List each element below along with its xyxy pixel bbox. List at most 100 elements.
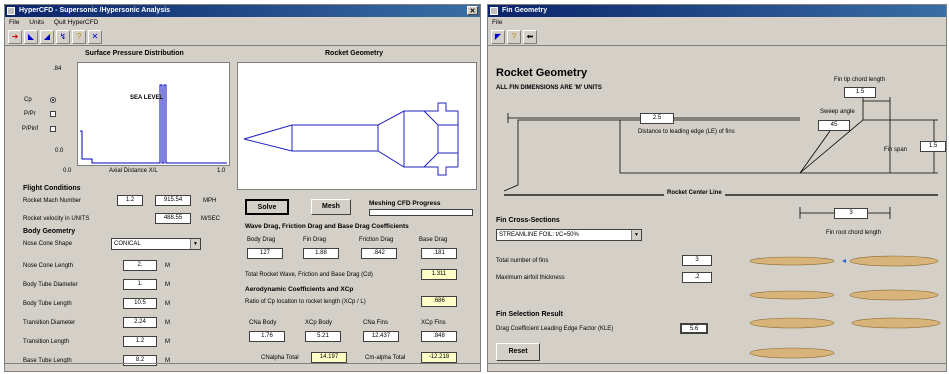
menu-file[interactable]: File <box>492 19 502 26</box>
drag-header: Base Drag <box>419 237 448 243</box>
mach-input[interactable]: 1.2 <box>117 195 143 206</box>
fin-icon[interactable]: ◤ <box>491 30 505 44</box>
drag-title: Wave Drag, Friction Drag and Base Drag C… <box>245 223 409 230</box>
rocket-geometry-view <box>237 62 477 190</box>
y-top-label: .84 <box>53 66 62 72</box>
transition-length-input[interactable]: 1.2 <box>123 336 157 347</box>
menu-file[interactable]: File <box>9 19 19 26</box>
cna-total-label: CNalpha Total <box>261 355 299 361</box>
toolbar: ◤ ? ⬅ <box>488 28 946 46</box>
unit-label: M <box>165 263 170 269</box>
help-icon[interactable]: ? <box>507 30 521 44</box>
xcp-ratio-label: Ratio of Cp location to rocket length (X… <box>245 299 366 305</box>
body-row-label: Transition Length <box>23 339 70 345</box>
aero-header: XCp Body <box>305 320 333 326</box>
sweep-label: Sweep angle <box>820 109 855 115</box>
close-button[interactable]: ✕ <box>467 6 478 15</box>
total-drag-output: 1.311 <box>421 269 457 280</box>
meshing-progress-bar <box>369 209 473 216</box>
app-icon <box>490 7 498 15</box>
num-fins-input[interactable]: 3 <box>682 255 712 266</box>
le-distance-input[interactable]: 2.5 <box>640 113 674 124</box>
drag-header: Friction Drag <box>359 237 394 243</box>
unit-label: M <box>165 339 170 345</box>
ppr-label: P/Pr <box>24 111 36 117</box>
rocket-icon[interactable]: ➜ <box>8 30 22 44</box>
kle-output: 5.6 <box>680 323 708 334</box>
aero-header: CNa Body <box>249 320 277 326</box>
velocity-label: Rocket velocity in UNITS <box>23 216 90 222</box>
title-bar: HyperCFD - Supersonic /Hypersonic Analys… <box>5 5 480 17</box>
ppr-checkbox[interactable] <box>50 111 56 117</box>
menu-quit[interactable]: Quit HyperCFD <box>54 19 98 26</box>
thickness-label: Maximum airfoil thickness <box>496 275 565 281</box>
graph-icon[interactable]: ↯ <box>56 30 70 44</box>
thickness-input[interactable]: .2 <box>682 272 712 283</box>
solve-button[interactable]: Solve <box>245 199 289 215</box>
num-fins-label: Total number of fins <box>496 258 549 264</box>
kle-label: Drag Coefficient Leading Edge Factor (KL… <box>496 326 614 332</box>
hypercfd-window: HyperCFD - Supersonic /Hypersonic Analys… <box>4 4 481 372</box>
menu-units[interactable]: Units <box>29 19 44 26</box>
aero-header: XCp Fins <box>421 320 446 326</box>
mach-label: Rocket Mach Number <box>23 198 82 204</box>
body-row-label: Nose Cone Length <box>23 263 74 269</box>
ppinf-checkbox[interactable] <box>50 126 56 132</box>
center-line-label: Rocket Center Line <box>664 190 725 196</box>
mesh-button[interactable]: Mesh <box>311 199 351 215</box>
tube-diameter-input[interactable]: 1. <box>123 279 157 290</box>
window-title: Fin Geometry <box>502 7 548 14</box>
triangle-icon[interactable]: ◢ <box>40 30 54 44</box>
tip-chord-input[interactable]: 1.5 <box>844 87 876 98</box>
y-bottom-label: 0.0 <box>55 148 64 154</box>
aero-title: Aerodynamic Coefficients and XCp <box>245 286 354 293</box>
body-row-label: Transition Diameter <box>23 320 76 326</box>
menu-bar: File Units Quit HyperCFD <box>5 17 480 28</box>
app-icon <box>7 7 15 15</box>
cross-sections-title: Fin Cross-Sections <box>496 217 560 224</box>
help-icon[interactable]: ? <box>72 30 86 44</box>
speed-unit: MPH <box>203 198 217 204</box>
sweep-input[interactable]: 45 <box>818 120 850 131</box>
friction-drag-output: .842 <box>361 248 397 259</box>
meshing-progress-label: Meshing CFD Progress <box>369 200 441 207</box>
fin-diagram <box>503 97 938 219</box>
chevron-down-icon[interactable]: ▼ <box>190 239 200 249</box>
rocket-geometry-title: Rocket Geometry <box>325 50 383 57</box>
cm-total-label: Cm-alpha Total <box>365 355 406 361</box>
status-bar <box>5 363 480 371</box>
span-input[interactable]: 1.5 <box>920 141 946 152</box>
nose-shape-select[interactable]: CONICAL ▼ <box>111 238 201 250</box>
exit-icon[interactable]: ✕ <box>88 30 102 44</box>
pressure-curve <box>80 84 227 164</box>
drag-header: Body Drag <box>247 237 276 243</box>
cna-total-output: 14.197 <box>311 352 347 363</box>
sea-level-label: SEA LEVEL <box>130 95 164 101</box>
x-right-label: 1.0 <box>217 168 226 174</box>
tube-length-input[interactable]: 10.5 <box>123 298 157 309</box>
nose-shape-value: CONICAL <box>114 241 141 247</box>
cross-section-select[interactable]: STREAMLINE FOIL: t/C=50% ▼ <box>496 229 642 241</box>
unit-label: M <box>165 282 170 288</box>
fin-drag-output: 1.88 <box>303 248 339 259</box>
chevron-down-icon[interactable]: ▼ <box>631 230 641 240</box>
xcp-ratio-output: .686 <box>421 296 457 307</box>
toolbar: ➜ ◣ ◢ ↯ ? ✕ <box>5 28 480 46</box>
rocket-drawing <box>243 102 459 176</box>
reset-button[interactable]: Reset <box>496 343 540 361</box>
cna-body-output: 1.76 <box>249 331 285 342</box>
speed-output: 915.54 <box>155 195 191 206</box>
transition-diameter-input[interactable]: 2.24 <box>123 317 157 328</box>
cp-label: Cp <box>24 97 32 103</box>
root-chord-input[interactable]: 3 <box>834 208 868 219</box>
window-title: HyperCFD - Supersonic /Hypersonic Analys… <box>19 7 171 14</box>
fin-icon[interactable]: ◣ <box>24 30 38 44</box>
back-arrow-icon[interactable]: ⬅ <box>523 30 537 44</box>
xcp-body-output: 5.21 <box>305 331 341 342</box>
cp-radio[interactable] <box>50 97 56 103</box>
title-bar: Fin Geometry <box>488 5 946 17</box>
cross-section-value: STREAMLINE FOIL: t/C=50% <box>499 232 579 238</box>
fin-geometry-window: Fin Geometry File ◤ ? ⬅ Rocket Geometry … <box>487 4 947 372</box>
pressure-plot: SEA LEVEL <box>77 62 230 166</box>
nose-length-input[interactable]: 2. <box>123 260 157 271</box>
